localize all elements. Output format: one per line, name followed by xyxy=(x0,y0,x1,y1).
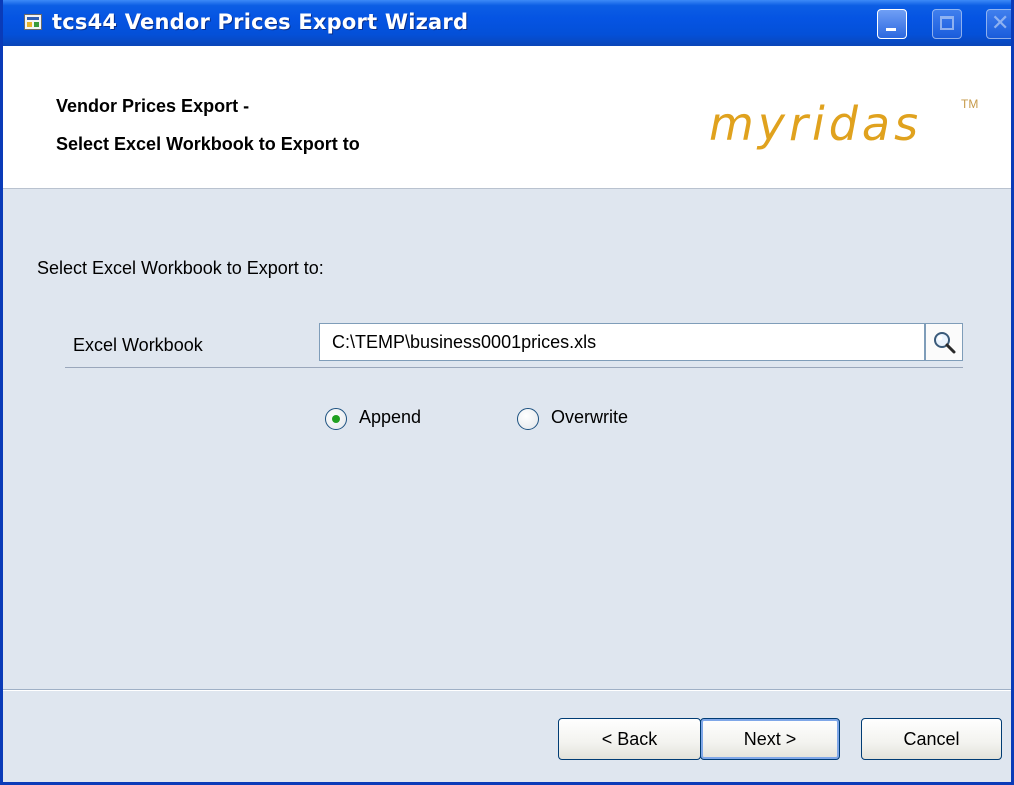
radio-selected-dot xyxy=(332,415,340,423)
append-radio[interactable] xyxy=(325,408,347,430)
minimize-icon xyxy=(886,28,896,31)
close-icon: ✕ xyxy=(991,11,1010,36)
window-title: tcs44 Vendor Prices Export Wizard xyxy=(52,10,469,34)
overwrite-radio[interactable] xyxy=(517,408,539,430)
header-title: Vendor Prices Export - xyxy=(56,96,250,116)
excel-workbook-label: Excel Workbook xyxy=(73,335,203,355)
wizard-header: Vendor Prices Export - Select Excel Work… xyxy=(3,46,1011,189)
close-button: ✕ xyxy=(986,9,1011,39)
magnifier-icon xyxy=(934,332,956,354)
back-button[interactable]: < Back xyxy=(558,718,701,760)
field-label-underline xyxy=(65,367,323,368)
next-button[interactable]: Next > xyxy=(700,718,840,760)
app-icon[interactable] xyxy=(24,14,42,30)
title-bar[interactable]: tcs44 Vendor Prices Export Wizard ✕ xyxy=(3,0,1011,46)
cancel-button[interactable]: Cancel xyxy=(861,718,1002,760)
footer-separator-highlight xyxy=(3,690,1011,691)
wizard-window: tcs44 Vendor Prices Export Wizard ✕ Vend… xyxy=(0,0,1014,785)
select-workbook-prompt: Select Excel Workbook to Export to: xyxy=(37,258,324,278)
minimize-button[interactable] xyxy=(877,9,907,39)
append-radio-label[interactable]: Append xyxy=(359,407,421,428)
myridas-logo: myridas xyxy=(709,97,923,151)
header-subtitle: Select Excel Workbook to Export to xyxy=(56,134,360,154)
excel-workbook-path-input[interactable]: C:\TEMP\business0001prices.xls xyxy=(319,323,925,361)
maximize-button xyxy=(932,9,962,39)
overwrite-radio-label[interactable]: Overwrite xyxy=(551,407,628,428)
trademark-mark: TM xyxy=(961,97,979,111)
field-underline xyxy=(319,361,963,368)
maximize-icon xyxy=(940,16,954,30)
browse-button[interactable] xyxy=(925,323,963,361)
